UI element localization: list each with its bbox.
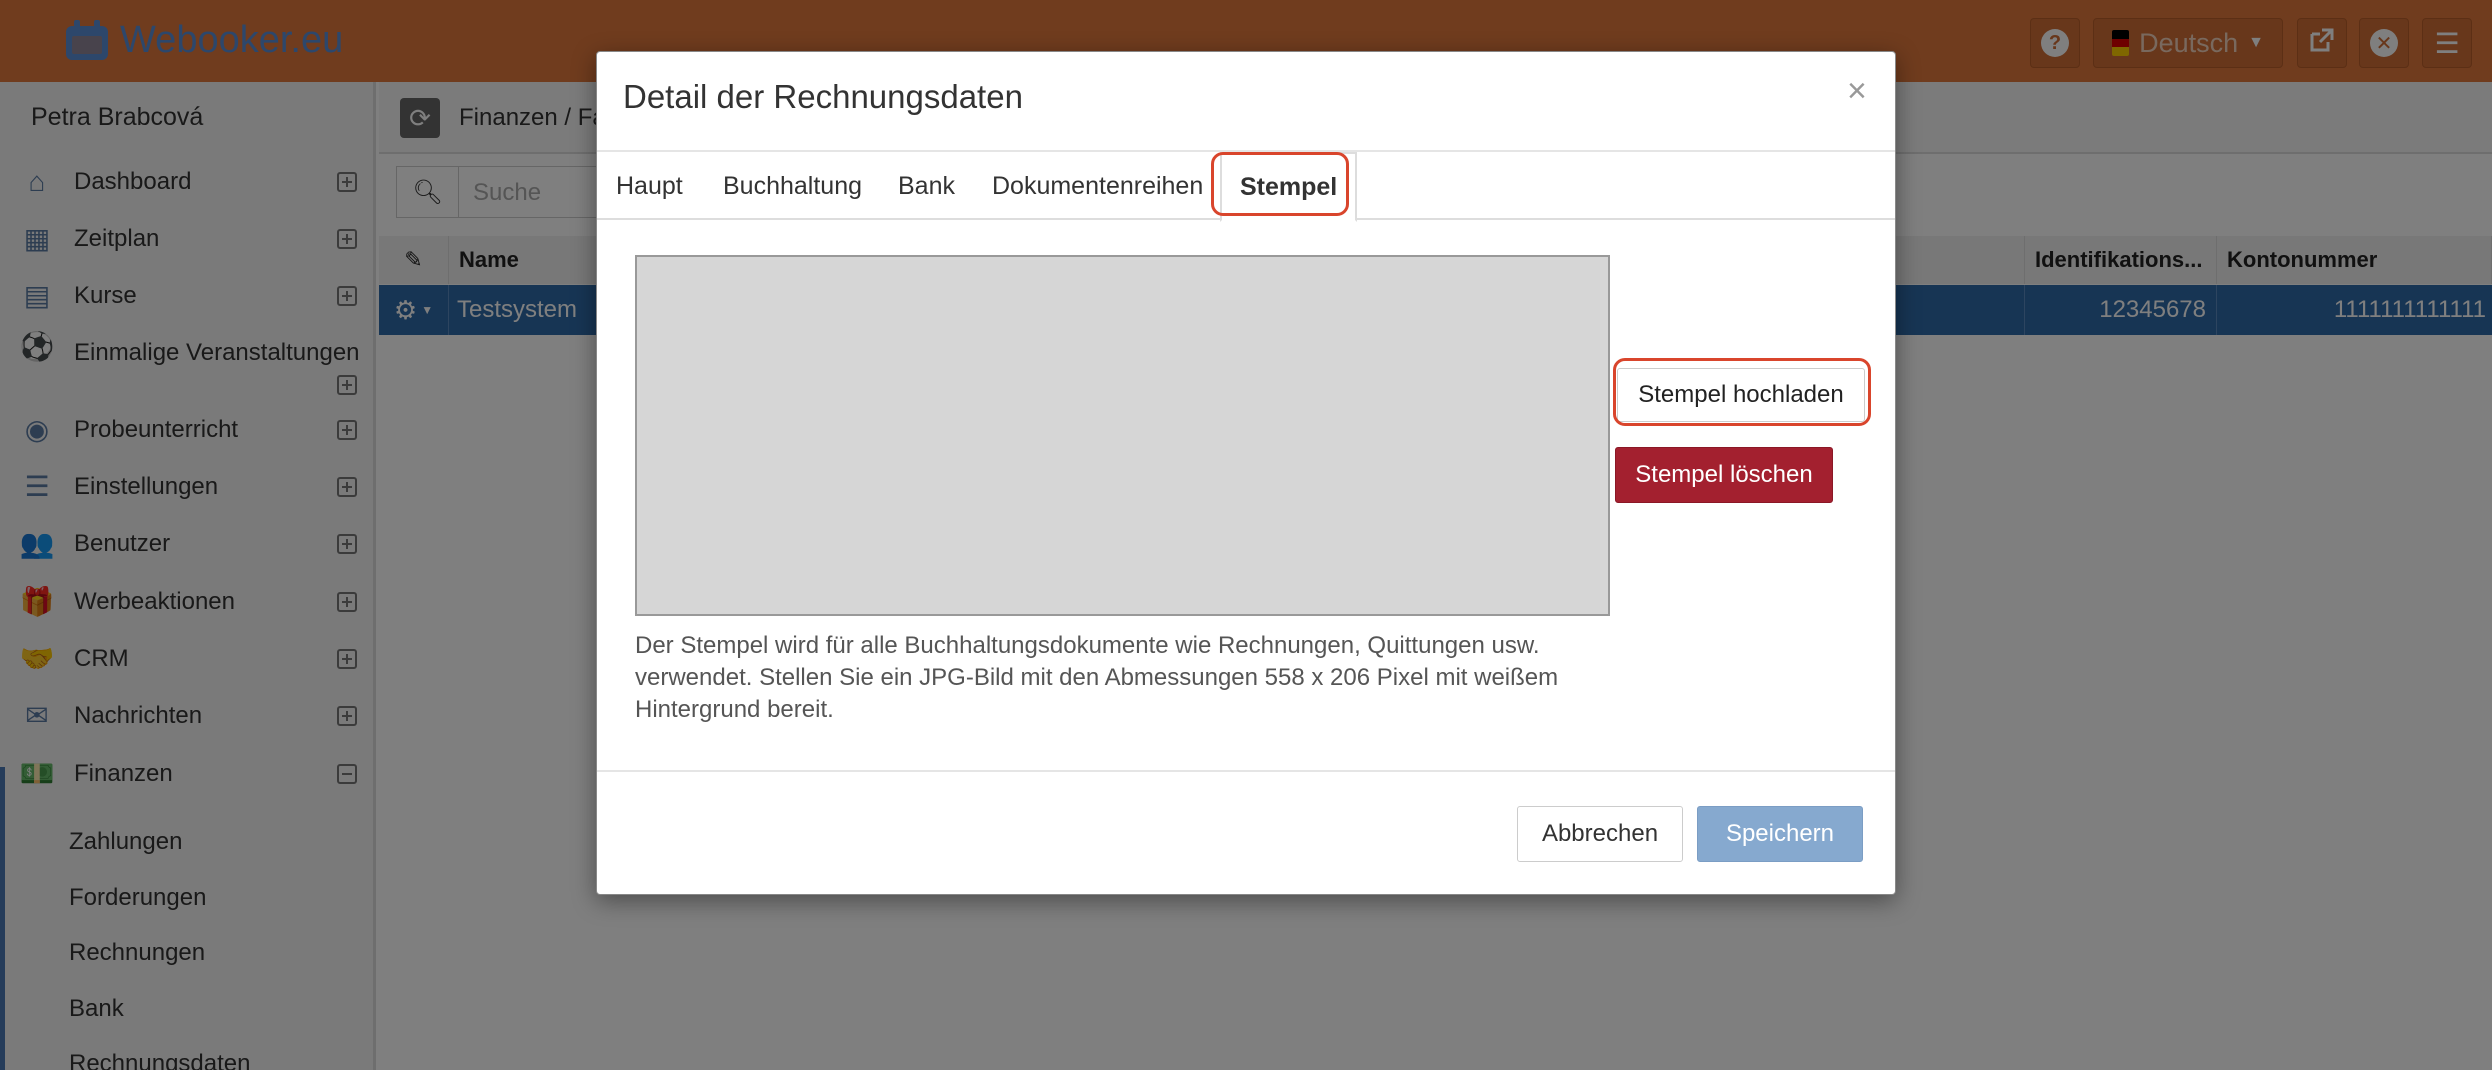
stamp-image-preview bbox=[635, 255, 1610, 616]
upload-stamp-button[interactable]: Stempel hochladen bbox=[1617, 368, 1865, 422]
tab-bank[interactable]: Bank bbox=[898, 152, 955, 220]
invoice-data-detail-dialog: Detail der Rechnungsdaten × Haupt Buchha… bbox=[596, 51, 1896, 895]
save-button[interactable]: Speichern bbox=[1697, 806, 1863, 862]
cancel-button[interactable]: Abbrechen bbox=[1517, 806, 1683, 862]
tab-haupt[interactable]: Haupt bbox=[616, 152, 683, 220]
delete-stamp-button[interactable]: Stempel löschen bbox=[1615, 447, 1833, 503]
dialog-title: Detail der Rechnungsdaten bbox=[623, 78, 1023, 115]
tab-stempel[interactable]: Stempel bbox=[1220, 152, 1358, 222]
tab-dokumentenreihen[interactable]: Dokumentenreihen bbox=[992, 152, 1203, 220]
tab-bar: Haupt Buchhaltung Bank Dokumentenreihen … bbox=[597, 152, 1895, 222]
divider bbox=[597, 770, 1895, 772]
tab-buchhaltung[interactable]: Buchhaltung bbox=[723, 152, 862, 220]
stamp-help-text: Der Stempel wird für alle Buchhaltungsdo… bbox=[635, 632, 1559, 723]
close-icon[interactable]: × bbox=[1847, 72, 1867, 111]
